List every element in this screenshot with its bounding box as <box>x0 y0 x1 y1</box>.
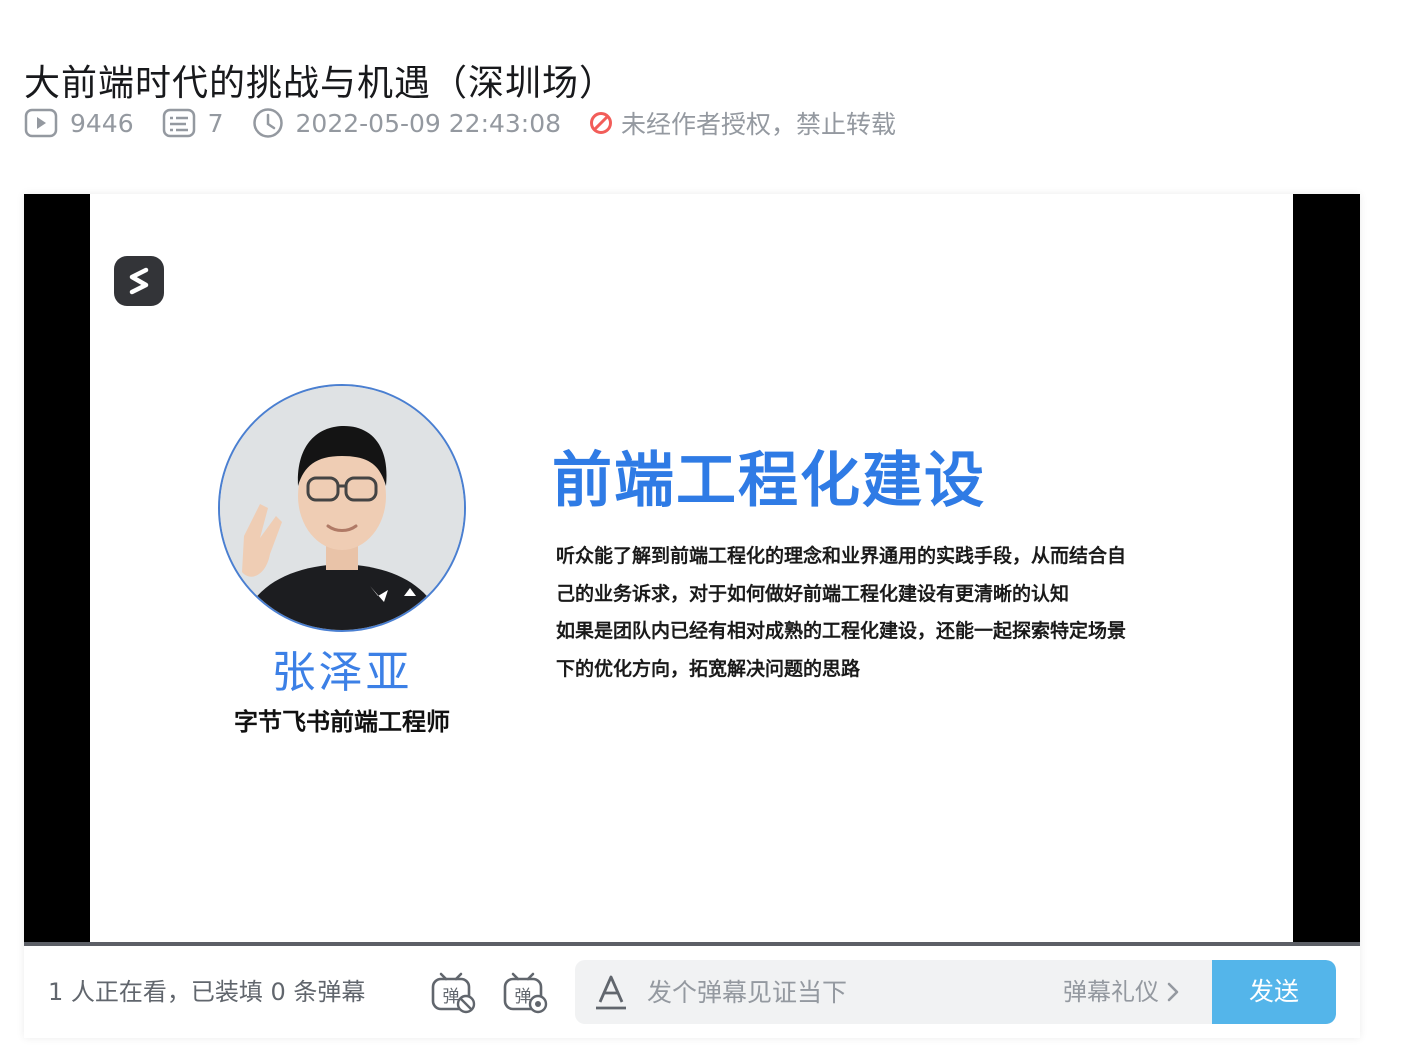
presentation-slide: 张泽亚 字节飞书前端工程师 前端工程化建设 听众能了解到前端工程化的理念和业界通… <box>90 194 1293 946</box>
slide-body-line: 己的业务诉求，对于如何做好前端工程化建设有更清晰的认知 <box>556 582 1070 605</box>
font-style-button[interactable] <box>595 974 627 1010</box>
video-frame[interactable]: 张泽亚 字节飞书前端工程师 前端工程化建设 听众能了解到前端工程化的理念和业界通… <box>24 194 1360 946</box>
logo-s-icon <box>129 267 149 295</box>
speaker-avatar <box>218 384 466 632</box>
danmaku-etiquette-link[interactable]: 弹幕礼仪 <box>1063 960 1179 1024</box>
font-style-icon <box>596 975 626 1010</box>
event-logo <box>114 256 164 306</box>
danmaku-count: 7 <box>162 108 224 138</box>
danmaku-toggle-icon: 弹 <box>431 972 476 1014</box>
publish-time: 2022-05-09 22:43:08 <box>252 107 562 139</box>
copyright-notice: 未经作者授权，禁止转载 <box>589 105 896 141</box>
speaker-photo <box>220 386 464 630</box>
slide-body-line: 下的优化方向，拓宽解决问题的思路 <box>556 657 861 680</box>
video-meta: 9446 7 2022-05-09 22:43:08 未经作者授权，禁止转载 <box>24 104 924 142</box>
danmaku-etiquette-label: 弹幕礼仪 <box>1063 978 1159 1006</box>
video-player: 张泽亚 字节飞书前端工程师 前端工程化建设 听众能了解到前端工程化的理念和业界通… <box>24 194 1360 1038</box>
play-count-icon <box>24 108 58 138</box>
danmaku-count-value: 7 <box>207 108 224 138</box>
danmaku-toggle-button[interactable]: 弹 <box>430 970 476 1014</box>
publish-time-value: 2022-05-09 22:43:08 <box>295 108 562 138</box>
video-title: 大前端时代的挑战与机遇（深圳场） <box>24 63 617 105</box>
play-count-value: 9446 <box>70 108 134 138</box>
danmaku-settings-icon: 弹 <box>503 972 548 1014</box>
chevron-right-icon <box>1167 982 1179 1002</box>
play-count: 9446 <box>24 108 134 138</box>
danmaku-settings-button[interactable]: 弹 <box>502 970 548 1014</box>
slide-body: 听众能了解到前端工程化的理念和业界通用的实践手段，从而结合自 己的业务诉求，对于… <box>556 538 1196 688</box>
send-danmaku-button[interactable]: 发送 <box>1212 960 1336 1024</box>
danmaku-input-container: 弹幕礼仪 发送 <box>575 960 1336 1024</box>
viewer-status: 1 人正在看，已装填 0 条弹幕 <box>48 978 366 1006</box>
slide-heading: 前端工程化建设 <box>552 446 986 516</box>
danmaku-input[interactable] <box>647 960 1047 1024</box>
danmaku-bar: 1 人正在看，已装填 0 条弹幕 弹 弹 发个弹幕见证当下 弹幕礼仪 发送 <box>24 946 1360 1038</box>
copyright-notice-text: 未经作者授权，禁止转载 <box>621 110 897 139</box>
clock-icon <box>252 108 283 138</box>
danmaku-count-icon <box>162 108 195 138</box>
no-repost-icon <box>590 112 613 134</box>
slide-body-line: 如果是团队内已经有相对成熟的工程化建设，还能一起探索特定场景 <box>556 620 1127 642</box>
speaker-name: 张泽亚 <box>271 647 413 698</box>
speaker-role: 字节飞书前端工程师 <box>234 708 450 736</box>
slide-body-line: 听众能了解到前端工程化的理念和业界通用的实践手段，从而结合自 <box>556 545 1127 567</box>
